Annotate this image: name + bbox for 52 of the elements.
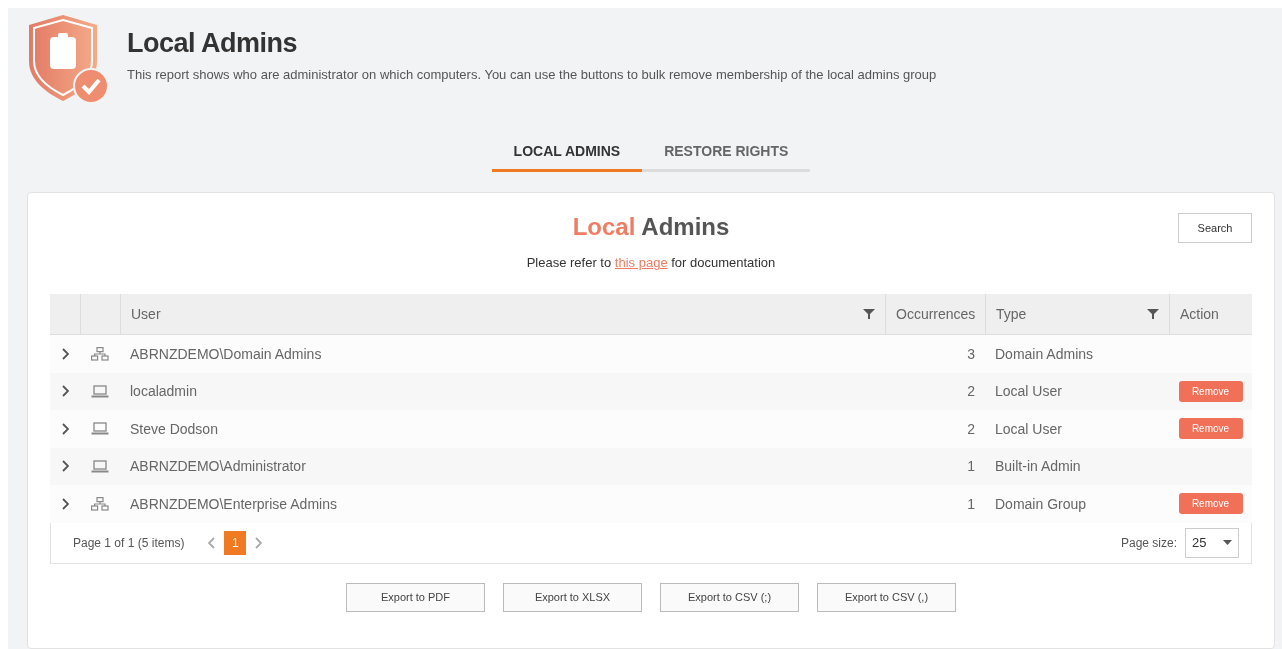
filter-icon[interactable] bbox=[863, 308, 875, 320]
chevron-right-icon[interactable] bbox=[61, 460, 69, 473]
export-button[interactable]: Export to CSV (,) bbox=[817, 582, 956, 612]
occurrences-cell-text: 1 bbox=[966, 495, 976, 512]
export-button[interactable]: Export to XLSX bbox=[503, 582, 642, 612]
remove-button[interactable]: Remove bbox=[1178, 493, 1243, 515]
column-header[interactable]: User bbox=[131, 306, 161, 322]
network-icon bbox=[91, 496, 109, 511]
caret-icon bbox=[1223, 540, 1232, 545]
search-button[interactable]: Search bbox=[1178, 213, 1252, 243]
user-cell-text: Steve Dodson bbox=[129, 420, 219, 437]
network-icon bbox=[91, 346, 109, 361]
page-size-label: Page size: bbox=[1120, 535, 1177, 550]
user-cell-text: localadmin bbox=[129, 383, 198, 400]
tab[interactable]: RESTORE RIGHTS bbox=[642, 143, 811, 172]
remove-button[interactable]: Remove bbox=[1178, 380, 1243, 402]
occurrences-cell-text: 2 bbox=[966, 383, 976, 400]
column-header[interactable]: Occurrences bbox=[896, 306, 976, 322]
chevron-right-icon[interactable] bbox=[61, 385, 69, 398]
occurrences-cell-text: 1 bbox=[966, 458, 976, 475]
documentation-note: Please refer to this page for documentation bbox=[525, 255, 777, 270]
user-cell-text: ABRNZDEMO\Domain Admins bbox=[129, 345, 323, 362]
user-cell-text: ABRNZDEMO\Enterprise Admins bbox=[129, 495, 338, 512]
remove-button[interactable]: Remove bbox=[1178, 418, 1243, 440]
page-description: This report shows who are administrator on which computers. You can use the buttons to bulk remove membership of the local admins group bbox=[127, 67, 937, 82]
column-header[interactable]: Type bbox=[996, 306, 1027, 322]
filter-icon[interactable] bbox=[1147, 308, 1159, 320]
laptop-icon bbox=[91, 459, 109, 473]
type-cell-text: Domain Admins bbox=[994, 345, 1095, 362]
occurrences-cell-text: 2 bbox=[966, 420, 976, 437]
occurrences-cell-text: 3 bbox=[966, 345, 976, 362]
type-cell-text: Built-in Admin bbox=[994, 458, 1082, 475]
page-title: Local Admins bbox=[127, 28, 299, 59]
chevron-right-icon[interactable] bbox=[61, 422, 69, 435]
chevron-right-icon[interactable] bbox=[61, 347, 69, 360]
tab[interactable]: LOCAL ADMINS bbox=[491, 143, 643, 172]
page-number[interactable]: 1 bbox=[224, 530, 247, 555]
card-title-accent: Local bbox=[572, 213, 636, 241]
page-size-select[interactable]: 25 bbox=[1185, 527, 1239, 558]
column-header[interactable]: Action bbox=[1180, 306, 1219, 322]
page-summary: Page 1 of 1 (5 items) bbox=[73, 535, 185, 550]
type-cell-text: Local User bbox=[994, 383, 1063, 400]
export-button[interactable]: Export to PDF bbox=[346, 582, 485, 612]
export-button[interactable]: Export to CSV (;) bbox=[660, 582, 799, 612]
chevron-right-icon[interactable] bbox=[61, 497, 69, 510]
user-cell-text: ABRNZDEMO\Administrator bbox=[129, 458, 307, 475]
card-title: Admins bbox=[641, 213, 730, 241]
documentation-link[interactable]: this page bbox=[614, 255, 668, 270]
laptop-icon bbox=[91, 422, 109, 436]
type-cell-text: Domain Group bbox=[994, 495, 1088, 512]
laptop-icon bbox=[91, 384, 109, 398]
type-cell-text: Local User bbox=[994, 420, 1063, 437]
